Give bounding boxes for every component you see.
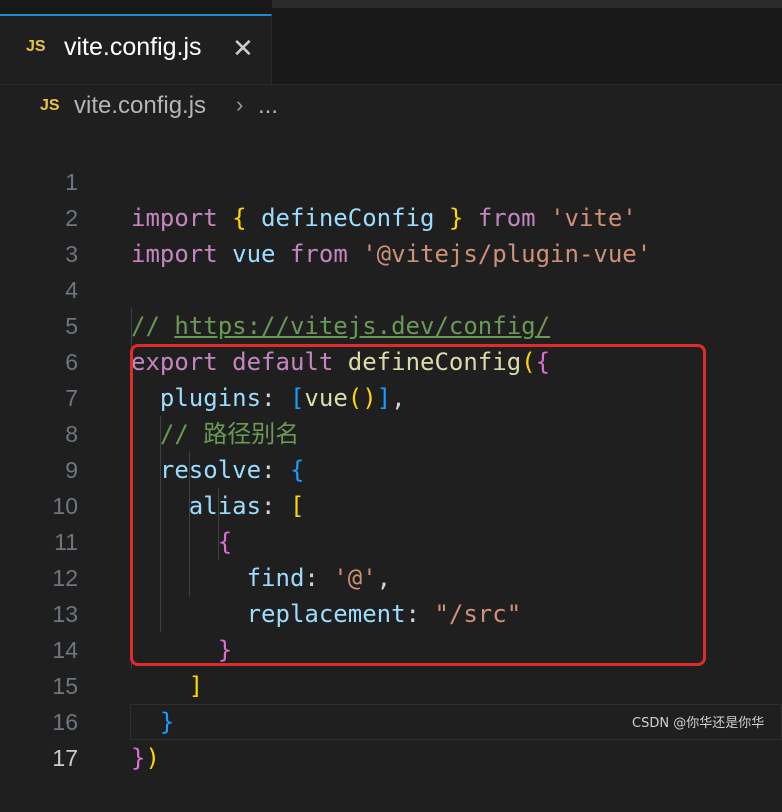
code-line: 5 export default defineConfig({: [0, 272, 782, 376]
paren: ): [145, 744, 160, 772]
code-editor[interactable]: 1 import { defineConfig } from 'vite' 2 …: [0, 128, 782, 772]
close-icon[interactable]: ✕: [232, 33, 254, 64]
tab-title: vite.config.js: [64, 33, 202, 61]
watermark: CSDN @你华还是你华: [632, 716, 765, 731]
javascript-file-icon: JS: [26, 38, 46, 55]
brace: }: [131, 744, 146, 772]
code-line: 6 plugins: [vue()],: [0, 308, 782, 412]
javascript-file-icon: JS: [40, 97, 60, 114]
chevron-right-icon: ›: [236, 92, 244, 117]
tab-bar: JS vite.config.js ✕: [0, 0, 782, 85]
highlight-box: [130, 344, 706, 666]
code-line: 16 }): [0, 668, 782, 772]
line-number-active: 17: [52, 745, 78, 771]
tab-bar-empty-area: [272, 0, 782, 8]
code-line: 1 import { defineConfig } from 'vite': [0, 128, 782, 232]
breadcrumb: JS vite.config.js › ...: [0, 88, 782, 126]
breadcrumb-file[interactable]: vite.config.js: [74, 92, 206, 120]
tab-vite-config[interactable]: JS vite.config.js ✕: [0, 14, 272, 84]
code-line: 4 // https://vitejs.dev/config/: [0, 236, 782, 340]
code-line: 3: [0, 200, 782, 267]
code-line: 2 import vue from '@vitejs/plugin-vue': [0, 164, 782, 268]
breadcrumb-symbols[interactable]: ...: [258, 92, 278, 120]
